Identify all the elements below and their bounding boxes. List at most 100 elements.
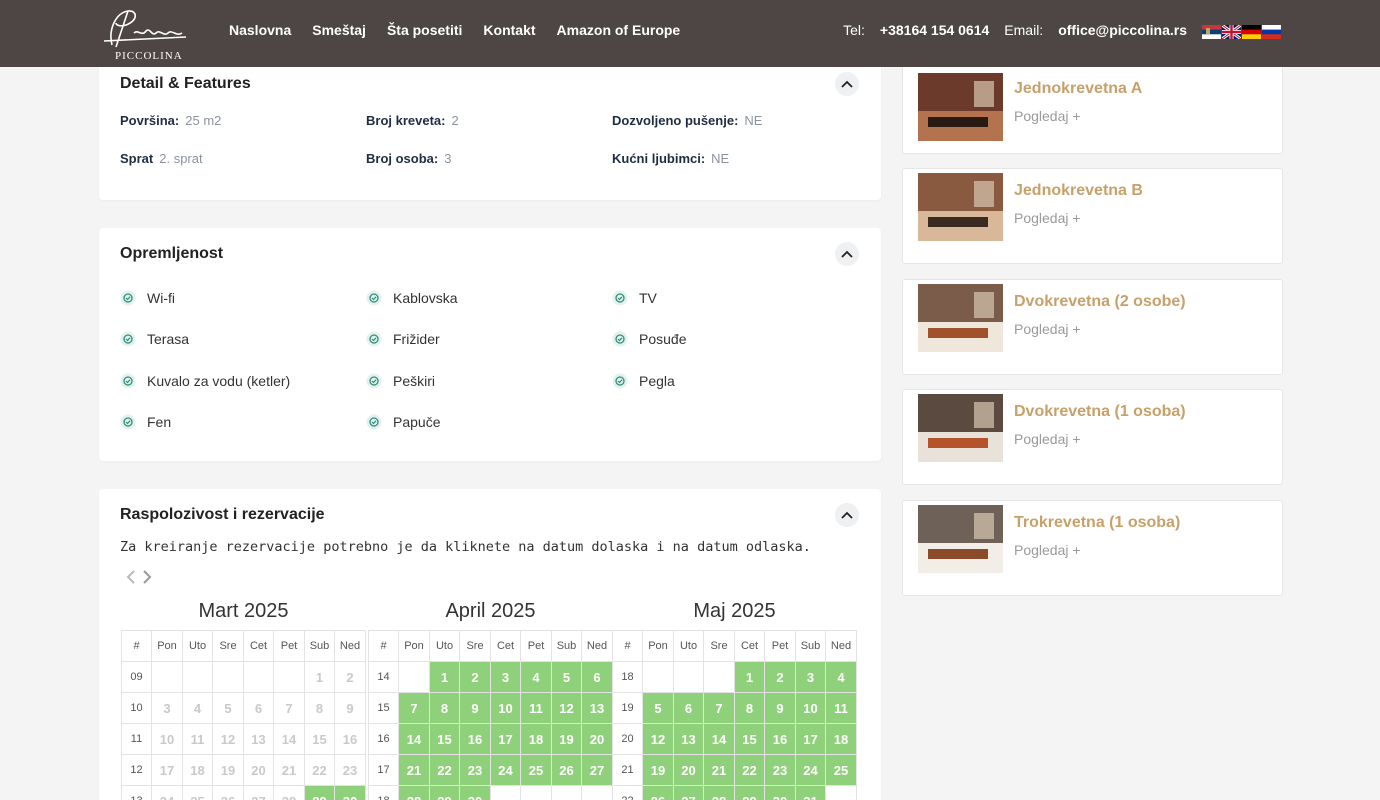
room-thumbnail[interactable] xyxy=(918,505,1003,573)
day-cell[interactable]: 22 xyxy=(735,755,765,786)
day-cell[interactable]: 2 xyxy=(765,662,796,693)
day-cell[interactable]: 3 xyxy=(491,662,521,693)
day-cell[interactable]: 29 xyxy=(735,786,765,800)
nav-kontakt[interactable]: Kontakt xyxy=(483,22,535,38)
day-cell[interactable]: 11 xyxy=(826,693,857,724)
nav-smestaj[interactable]: Smeštaj xyxy=(312,22,366,38)
day-cell[interactable]: 14 xyxy=(704,724,735,755)
day-cell[interactable]: 9 xyxy=(460,693,491,724)
day-cell[interactable]: 28 xyxy=(399,786,430,800)
day-cell[interactable]: 12 xyxy=(643,724,674,755)
day-cell[interactable]: 25 xyxy=(826,755,857,786)
email-value[interactable]: office@piccolina.rs xyxy=(1058,22,1187,38)
day-cell[interactable]: 7 xyxy=(704,693,735,724)
room-thumbnail[interactable] xyxy=(918,173,1003,241)
day-cell[interactable]: 17 xyxy=(491,724,521,755)
day-cell[interactable]: 1 xyxy=(735,662,765,693)
room-thumbnail[interactable] xyxy=(918,394,1003,462)
day-cell[interactable]: 21 xyxy=(399,755,430,786)
day-cell[interactable]: 8 xyxy=(430,693,460,724)
day-cell[interactable]: 6 xyxy=(674,693,704,724)
collapse-details-button[interactable] xyxy=(835,72,859,96)
tel-value[interactable]: +38164 154 0614 xyxy=(880,22,989,38)
day-cell[interactable]: 10 xyxy=(491,693,521,724)
nav-sta-posetiti[interactable]: Šta posetiti xyxy=(387,22,462,38)
room-card[interactable]: Trokrevetna (1 osoba) Pogledaj + xyxy=(902,500,1283,596)
day-cell[interactable]: 23 xyxy=(765,755,796,786)
chevron-left-icon[interactable] xyxy=(126,570,136,584)
room-name-link[interactable]: Dvokrevetna (2 osobe) xyxy=(1014,293,1186,311)
day-cell[interactable]: 16 xyxy=(460,724,491,755)
room-name-link[interactable]: Dvokrevetna (1 osoba) xyxy=(1014,403,1186,421)
room-card[interactable]: Dvokrevetna (2 osobe) Pogledaj + xyxy=(902,279,1283,375)
day-cell[interactable]: 31 xyxy=(796,786,826,800)
day-cell[interactable]: 12 xyxy=(552,693,582,724)
day-cell[interactable]: 2 xyxy=(460,662,491,693)
day-cell[interactable]: 20 xyxy=(674,755,704,786)
room-name-link[interactable]: Trokrevetna (1 osoba) xyxy=(1014,514,1180,532)
day-cell[interactable]: 15 xyxy=(430,724,460,755)
day-cell[interactable]: 27 xyxy=(582,755,613,786)
day-cell[interactable]: 13 xyxy=(582,693,613,724)
day-cell[interactable]: 8 xyxy=(735,693,765,724)
day-cell[interactable]: 30 xyxy=(335,786,366,800)
day-cell[interactable]: 26 xyxy=(643,786,674,800)
day-cell[interactable]: 7 xyxy=(399,693,430,724)
day-cell[interactable]: 13 xyxy=(674,724,704,755)
day-cell[interactable]: 16 xyxy=(765,724,796,755)
room-thumbnail[interactable] xyxy=(918,284,1003,352)
day-cell[interactable]: 10 xyxy=(796,693,826,724)
room-view-more-link[interactable]: Pogledaj + xyxy=(1014,321,1081,337)
day-cell[interactable]: 6 xyxy=(582,662,613,693)
room-view-more-link[interactable]: Pogledaj + xyxy=(1014,210,1081,226)
day-cell[interactable]: 19 xyxy=(643,755,674,786)
serbia-flag-icon[interactable] xyxy=(1202,25,1221,39)
room-card[interactable]: Jednokrevetna B Pogledaj + xyxy=(902,168,1283,264)
room-view-more-link[interactable]: Pogledaj + xyxy=(1014,431,1081,447)
room-card[interactable]: Jednokrevetna A Pogledaj + xyxy=(902,58,1283,154)
nav-amazon-of-europe[interactable]: Amazon of Europe xyxy=(557,22,681,38)
russia-flag-icon[interactable] xyxy=(1262,25,1281,39)
day-cell[interactable]: 9 xyxy=(765,693,796,724)
day-cell[interactable]: 23 xyxy=(460,755,491,786)
day-cell[interactable]: 15 xyxy=(735,724,765,755)
day-cell[interactable]: 4 xyxy=(826,662,857,693)
day-cell[interactable]: 30 xyxy=(460,786,491,800)
room-card[interactable]: Dvokrevetna (1 osoba) Pogledaj + xyxy=(902,389,1283,485)
day-cell[interactable]: 27 xyxy=(674,786,704,800)
day-cell[interactable]: 21 xyxy=(704,755,735,786)
day-cell[interactable]: 30 xyxy=(765,786,796,800)
chevron-right-icon[interactable] xyxy=(142,570,152,584)
day-cell[interactable]: 18 xyxy=(826,724,857,755)
day-cell[interactable]: 28 xyxy=(704,786,735,800)
day-cell[interactable]: 29 xyxy=(305,786,335,800)
day-cell[interactable]: 24 xyxy=(796,755,826,786)
collapse-availability-button[interactable] xyxy=(835,503,859,527)
room-view-more-link[interactable]: Pogledaj + xyxy=(1014,108,1081,124)
room-view-more-link[interactable]: Pogledaj + xyxy=(1014,542,1081,558)
day-cell[interactable]: 22 xyxy=(430,755,460,786)
day-cell[interactable]: 11 xyxy=(521,693,552,724)
nav-naslovna[interactable]: Naslovna xyxy=(229,22,291,38)
day-cell[interactable]: 5 xyxy=(643,693,674,724)
room-name-link[interactable]: Jednokrevetna A xyxy=(1014,80,1142,98)
logo[interactable]: PICCOLINA xyxy=(98,7,190,62)
room-thumbnail[interactable] xyxy=(918,73,1003,141)
day-cell[interactable]: 17 xyxy=(796,724,826,755)
day-cell[interactable]: 19 xyxy=(552,724,582,755)
room-name-link[interactable]: Jednokrevetna B xyxy=(1014,182,1143,200)
day-cell[interactable]: 5 xyxy=(552,662,582,693)
day-cell[interactable]: 24 xyxy=(491,755,521,786)
germany-flag-icon[interactable] xyxy=(1242,25,1261,39)
day-cell[interactable]: 29 xyxy=(430,786,460,800)
day-cell[interactable]: 26 xyxy=(552,755,582,786)
day-cell[interactable]: 20 xyxy=(582,724,613,755)
day-cell[interactable]: 25 xyxy=(521,755,552,786)
uk-flag-icon[interactable] xyxy=(1222,25,1241,39)
day-cell[interactable]: 3 xyxy=(796,662,826,693)
collapse-amenities-button[interactable] xyxy=(835,242,859,266)
day-cell[interactable]: 4 xyxy=(521,662,552,693)
day-cell[interactable]: 18 xyxy=(521,724,552,755)
day-cell[interactable]: 14 xyxy=(399,724,430,755)
day-cell[interactable]: 1 xyxy=(430,662,460,693)
